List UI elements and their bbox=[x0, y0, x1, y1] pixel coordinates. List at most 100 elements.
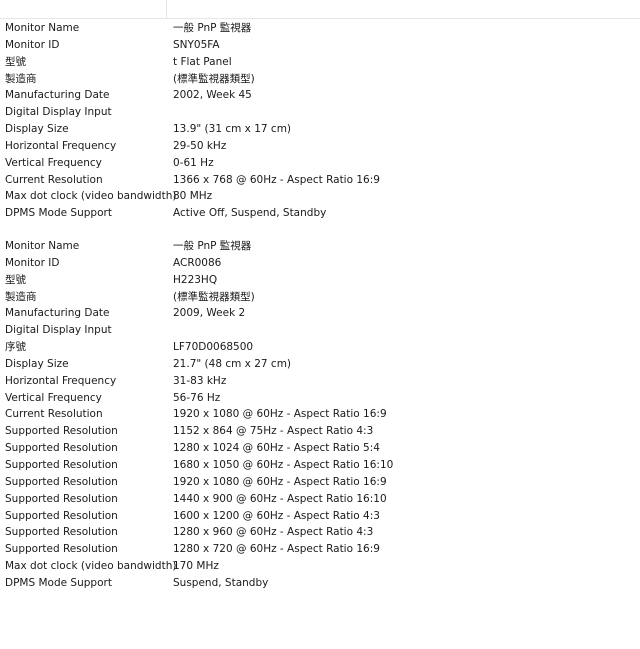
property-label: 製造商 bbox=[5, 290, 37, 303]
property-value: 80 MHz bbox=[173, 190, 213, 203]
property-label: Supported Resolution bbox=[5, 543, 118, 556]
property-value: 2002, Week 45 bbox=[173, 89, 252, 102]
property-row[interactable]: Supported Resolution 1280 x 1024 @ 60Hz -… bbox=[0, 440, 640, 457]
property-value: 1920 x 1080 @ 60Hz - Aspect Ratio 16:9 bbox=[173, 408, 387, 421]
property-row[interactable]: Current Resolution 1920 x 1080 @ 60Hz - A… bbox=[0, 406, 640, 423]
property-value: (標準監視器類型) bbox=[173, 290, 255, 303]
property-row[interactable]: DPMS Mode Support Suspend, Standby bbox=[0, 575, 640, 592]
property-value: 170 MHz bbox=[173, 560, 219, 573]
property-value: ACR0086 bbox=[173, 256, 222, 269]
property-value: Active Off, Suspend, Standby bbox=[173, 207, 327, 220]
property-value: 56-76 Hz bbox=[173, 391, 221, 404]
property-value: H223HQ bbox=[173, 273, 218, 286]
property-row[interactable]: Supported Resolution 1280 x 720 @ 60Hz - … bbox=[0, 541, 640, 558]
property-row[interactable]: Horizontal Frequency 31-83 kHz bbox=[0, 373, 640, 390]
property-label: Display Size bbox=[5, 123, 69, 136]
property-row[interactable]: Supported Resolution 1152 x 864 @ 75Hz - … bbox=[0, 423, 640, 440]
property-label: Horizontal Frequency bbox=[5, 139, 117, 152]
property-row[interactable]: Display Size 13.9" (31 cm x 17 cm) bbox=[0, 121, 640, 138]
property-value: LF70D0068500 bbox=[173, 341, 254, 354]
property-label: DPMS Mode Support bbox=[5, 576, 112, 589]
property-label: 型號 bbox=[5, 55, 26, 68]
property-label: Supported Resolution bbox=[5, 509, 118, 522]
monitor-info-section-1: Monitor Name 一般 PnP 監視器 Monitor ID SNY05FA 型… bbox=[0, 20, 640, 222]
property-value: 1366 x 768 @ 60Hz - Aspect Ratio 16:9 bbox=[173, 173, 380, 186]
property-row[interactable]: Monitor ID SNY05FA bbox=[0, 37, 640, 54]
property-row[interactable]: Supported Resolution 1440 x 900 @ 60Hz - … bbox=[0, 491, 640, 508]
property-label: Manufacturing Date bbox=[5, 89, 110, 102]
property-value: SNY05FA bbox=[173, 38, 220, 51]
property-row[interactable]: Digital Display Input bbox=[0, 104, 640, 121]
property-label: Max dot clock (video bandwidth) bbox=[5, 560, 177, 573]
property-row[interactable]: Display Size 21.7" (48 cm x 27 cm) bbox=[0, 356, 640, 373]
property-label: Monitor Name bbox=[5, 240, 80, 252]
property-value: 29-50 kHz bbox=[173, 139, 227, 152]
property-row[interactable]: Supported Resolution 1280 x 960 @ 60Hz - … bbox=[0, 524, 640, 541]
property-row[interactable]: 型號 H223HQ bbox=[0, 272, 640, 289]
property-label: Supported Resolution bbox=[5, 458, 118, 471]
column-header-divider[interactable] bbox=[0, 0, 167, 18]
property-value: (標準監視器類型) bbox=[173, 72, 255, 85]
property-label: Digital Display Input bbox=[5, 106, 112, 119]
property-row[interactable]: Max dot clock (video bandwidth) 80 MHz bbox=[0, 188, 640, 205]
column-header-bar bbox=[0, 0, 640, 19]
property-value: 一般 PnP 監視器 bbox=[173, 240, 252, 252]
property-label: Monitor ID bbox=[5, 38, 60, 51]
property-value: 1680 x 1050 @ 60Hz - Aspect Ratio 16:10 bbox=[173, 458, 394, 471]
property-row[interactable]: 序號 LF70D0068500 bbox=[0, 339, 640, 356]
property-label: DPMS Mode Support bbox=[5, 207, 112, 220]
property-row[interactable]: Horizontal Frequency 29-50 kHz bbox=[0, 138, 640, 155]
property-row[interactable]: Digital Display Input bbox=[0, 322, 640, 339]
property-label: Vertical Frequency bbox=[5, 156, 102, 169]
property-value: 一般 PnP 監視器 bbox=[173, 22, 252, 34]
property-row[interactable]: Manufacturing Date 2002, Week 45 bbox=[0, 87, 640, 104]
property-label: Current Resolution bbox=[5, 408, 103, 421]
property-row[interactable]: Max dot clock (video bandwidth) 170 MHz bbox=[0, 558, 640, 575]
property-label: Supported Resolution bbox=[5, 475, 118, 488]
property-row[interactable]: Manufacturing Date 2009, Week 2 bbox=[0, 305, 640, 322]
property-label: Max dot clock (video bandwidth) bbox=[5, 190, 177, 203]
property-row[interactable]: Supported Resolution 1600 x 1200 @ 60Hz -… bbox=[0, 508, 640, 525]
property-row[interactable]: DPMS Mode Support Active Off, Suspend, St… bbox=[0, 205, 640, 222]
property-value: 1920 x 1080 @ 60Hz - Aspect Ratio 16:9 bbox=[173, 475, 387, 488]
property-row[interactable]: Vertical Frequency 0-61 Hz bbox=[0, 155, 640, 172]
property-label: Horizontal Frequency bbox=[5, 374, 117, 387]
property-value: 1280 x 960 @ 60Hz - Aspect Ratio 4:3 bbox=[173, 526, 374, 539]
property-label: 型號 bbox=[5, 273, 26, 286]
property-value: 1152 x 864 @ 75Hz - Aspect Ratio 4:3 bbox=[173, 425, 374, 438]
property-value: 0-61 Hz bbox=[173, 156, 214, 169]
property-row[interactable]: Supported Resolution 1680 x 1050 @ 60Hz -… bbox=[0, 457, 640, 474]
property-value: 1600 x 1200 @ 60Hz - Aspect Ratio 4:3 bbox=[173, 509, 380, 522]
property-row[interactable]: Current Resolution 1366 x 768 @ 60Hz - As… bbox=[0, 172, 640, 189]
property-label: Current Resolution bbox=[5, 173, 103, 186]
property-label: Digital Display Input bbox=[5, 324, 112, 337]
property-label: Display Size bbox=[5, 357, 69, 370]
property-label: Supported Resolution bbox=[5, 492, 118, 505]
property-row[interactable]: 製造商 (標準監視器類型) bbox=[0, 71, 640, 88]
monitor-info-section-2: Monitor Name 一般 PnP 監視器 Monitor ID ACR0086 型… bbox=[0, 238, 640, 592]
property-label: Monitor Name bbox=[5, 22, 80, 34]
property-label: Supported Resolution bbox=[5, 526, 118, 539]
property-value: 2009, Week 2 bbox=[173, 307, 246, 320]
property-row[interactable]: Monitor Name 一般 PnP 監視器 bbox=[0, 238, 640, 255]
property-value: 1440 x 900 @ 60Hz - Aspect Ratio 16:10 bbox=[173, 492, 387, 505]
property-row[interactable]: Vertical Frequency 56-76 Hz bbox=[0, 390, 640, 407]
property-label: Monitor ID bbox=[5, 256, 60, 269]
property-row[interactable]: Monitor ID ACR0086 bbox=[0, 255, 640, 272]
property-value: Suspend, Standby bbox=[173, 576, 269, 589]
property-label: Supported Resolution bbox=[5, 442, 118, 455]
property-row[interactable]: 製造商 (標準監視器類型) bbox=[0, 289, 640, 306]
property-value: 21.7" (48 cm x 27 cm) bbox=[173, 357, 292, 370]
property-value: 1280 x 720 @ 60Hz - Aspect Ratio 16:9 bbox=[173, 543, 380, 556]
property-label: Vertical Frequency bbox=[5, 391, 102, 404]
property-row[interactable]: 型號 t Flat Panel bbox=[0, 54, 640, 71]
property-value: 1280 x 1024 @ 60Hz - Aspect Ratio 5:4 bbox=[173, 442, 380, 455]
property-row[interactable]: Monitor Name 一般 PnP 監視器 bbox=[0, 20, 640, 37]
property-label: Manufacturing Date bbox=[5, 307, 110, 320]
property-row[interactable]: Supported Resolution 1920 x 1080 @ 60Hz -… bbox=[0, 474, 640, 491]
property-value: t Flat Panel bbox=[173, 55, 232, 68]
property-label: 製造商 bbox=[5, 72, 37, 85]
property-label: 序號 bbox=[5, 341, 26, 354]
property-value: 13.9" (31 cm x 17 cm) bbox=[173, 123, 292, 136]
property-value: 31-83 kHz bbox=[173, 374, 227, 387]
